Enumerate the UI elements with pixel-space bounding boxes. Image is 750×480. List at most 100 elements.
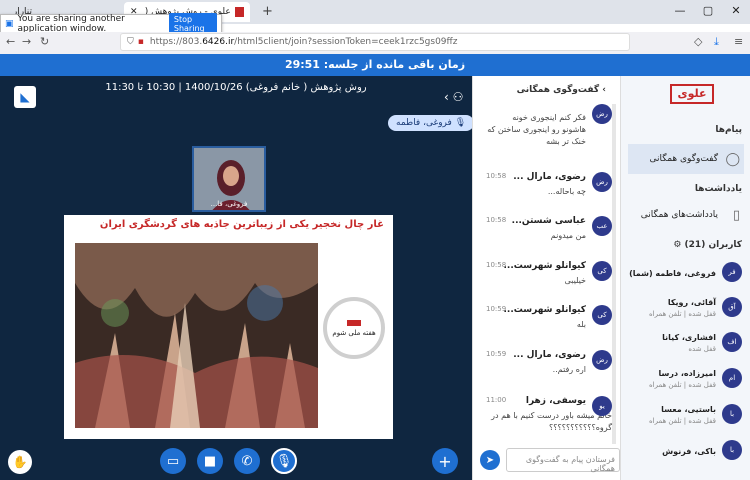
microphone-button[interactable]: 🎙 [271,448,297,474]
avatar: ام [722,368,742,388]
user-name: امیرزاده، درسا [658,369,716,378]
new-tab-icon[interactable]: + [262,4,273,19]
user-list-toggle-icon[interactable]: ‹ ⚇ [444,90,463,104]
chat-scrollbar[interactable] [612,104,616,444]
user-status: قفل شده | تلفن همراه [648,310,716,318]
message-time: 10:58 [486,172,507,180]
nav-item-label: یادداشت‌های همگانی [640,210,718,220]
chat-header: › گفت‌وگوی همگانی [472,80,620,100]
chat-message: رض رضوی، مارال ... 10:59 اره رفتم.. [486,350,612,376]
cave-photo [75,243,318,428]
user-list-item[interactable]: با باکی، فرنوش [628,438,744,468]
chat-message-input[interactable]: فرستادن پیام به گفت‌وگوی همگانی [506,448,620,473]
messages-section-title: پیام‌ها [715,125,742,135]
session-timer: زمان باقی مانده از جلسه: 29:51 [0,54,750,76]
user-name: باکی، فرنوش [662,447,716,456]
url-domain: 6426.ir [202,37,235,47]
message-time: 10:59 [486,305,507,313]
message-text: بله [576,320,586,329]
sharing-notification: ▣ You are sharing another application wi… [0,13,222,35]
user-list-item[interactable]: فر فروغی، فاطمه (شما) [628,260,744,290]
sharing-icon: ▣ [5,19,14,29]
avatar: با [722,440,742,460]
users-section-title: کاربران (21) ⚙ [673,240,742,250]
avatar: رض [592,172,612,192]
message-text: چه باحاله... [547,187,586,196]
user-list-item[interactable]: ام امیرزاده، درسا قفل شده | تلفن همراه [628,366,744,396]
mic-icon: 🎙 [454,118,467,128]
phone-button[interactable]: ✆ [234,448,260,474]
user-list-item[interactable]: اف افشاری، کیانا قفل شده [628,330,744,360]
add-action-button[interactable]: + [432,448,458,474]
meeting-title: روش پژوهش ( خانم فروغی) 1400/10/26 | 10:… [105,82,367,93]
sidebar-item-shared-notes[interactable]: ▯ یادداشت‌های همگانی [628,200,744,230]
sharing-text: You are sharing another application wind… [17,14,125,34]
minimize-icon[interactable]: — [666,0,694,22]
message-time: 10:58 [486,261,507,269]
message-text: خانم میشه باور درست کنیم با هم در گروه؟؟… [491,411,612,432]
presenter-badge: 🎙 فروغی، فاطمه [388,115,475,131]
url-path: /html5client/join?sessionToken=ceek1rzc5… [234,37,458,47]
sidebar-item-public-chat[interactable]: ◯ گفت‌وگوی همگانی [628,144,744,174]
slide-seal: هفته ملی شوم [323,297,385,359]
nav-item-label: گفت‌وگوی همگانی [649,154,718,164]
reload-icon[interactable]: ↻ [40,35,49,48]
avatar: اف [722,332,742,352]
avatar: یو [592,396,612,416]
user-name: باستیی، معسا [661,405,716,414]
seal-logo [347,319,361,326]
notes-section-title: یادداشت‌ها [694,184,742,194]
avatar: فر [722,262,742,282]
maximize-icon[interactable]: ▢ [694,0,722,22]
download-icon[interactable]: ⤓ [714,35,719,49]
seal-text: هفته ملی شوم [332,328,376,337]
user-name: فروغی، فاطمه (شما) [629,269,716,278]
presenter-name: فروغی، فاطمه [396,118,452,128]
avatar: عب [592,216,612,236]
user-status: قفل شده | تلفن همراه [648,417,716,425]
slide-title: غار چال نخجیر یکی از زیباترین جاذبه های … [99,219,384,230]
url-prefix: https://803. [149,37,203,47]
message-time: 10:59 [486,350,507,358]
message-text: خیلیبی [564,276,586,285]
user-status: قفل شده | تلفن همراه [648,381,716,389]
user-name: آقائی، رویکا [667,298,716,307]
shield-icon: ⛉ [127,37,134,47]
url-bar[interactable]: ⛉ ▪ https://803. 6426.ir/html5client/join… [120,33,630,51]
screen-share-button[interactable]: ▭ [160,448,186,474]
message-text: اره رفتم.. [552,365,586,374]
pocket-icon[interactable]: ◇ [694,35,702,48]
avatar: کی [592,261,612,281]
lock-icon: ▪ [137,37,144,47]
back-icon[interactable]: ← [6,35,15,48]
chat-message: عب عباسی شستن... 10:58 من میدونم [486,216,612,242]
avatar: رض [592,104,612,124]
brand-logo: علوی [670,84,714,104]
user-list-item[interactable]: آق آقائی، رویکا قفل شده | تلفن همراه [628,295,744,325]
avatar: رض [592,350,612,370]
users-count-label: کاربران (21) [684,240,742,250]
raise-hand-button[interactable]: ✋ [8,450,32,474]
chat-message: رض فکر کنم اینجوری خونه هاشونو رو اینجور… [486,104,612,148]
avatar: کی [592,305,612,325]
chat-bubble-icon: ◯ [725,151,740,167]
user-status: قفل شده [688,345,716,353]
camera-button[interactable]: ■ [197,448,223,474]
user-list-item[interactable]: با باستیی، معسا قفل شده | تلفن همراه [628,402,744,432]
message-text: من میدونم [550,231,586,240]
settings-gear-icon[interactable]: ⚙ [673,240,681,250]
forward-icon[interactable]: → [22,35,31,48]
message-time: 11:00 [486,396,507,404]
site-favicon-icon [234,7,244,17]
chevron-icon[interactable]: › [602,85,606,95]
close-window-icon[interactable]: ✕ [722,0,750,22]
user-name: افشاری، کیانا [662,333,716,342]
message-text: فکر کنم اینجوری خونه هاشونو رو اینجوری س… [487,113,586,146]
window-controls: — ▢ ✕ [666,0,750,22]
chat-message: یو یوسفی، زهرا 11:00 خانم میشه باور درست… [486,396,612,434]
chat-message: کی کیوانلو شهرست... 10:58 خیلیبی [486,261,612,287]
chat-message: رض رضوی، مارال ... 10:58 چه باحاله... [486,172,612,198]
webcam-video[interactable]: فروغی، فا... [192,146,266,212]
menu-icon[interactable]: ≡ [734,35,743,48]
send-button[interactable]: ➤ [480,450,500,470]
